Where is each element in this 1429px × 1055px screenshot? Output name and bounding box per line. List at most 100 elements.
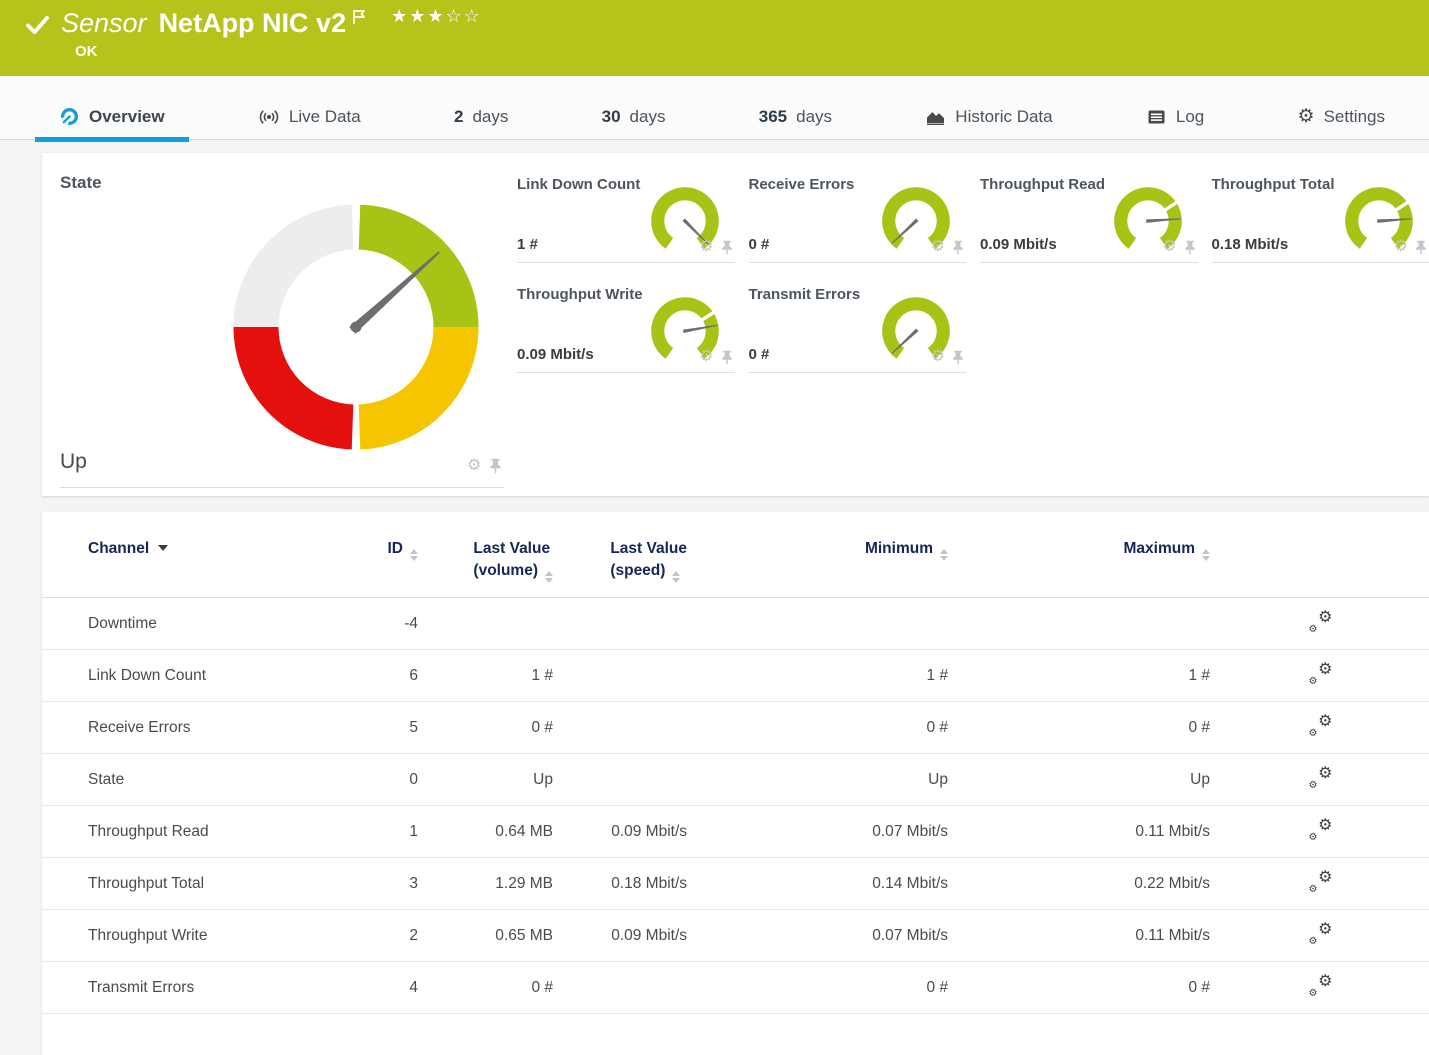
state-donut-gauge xyxy=(232,203,480,451)
tab-365-days[interactable]: 365 days xyxy=(735,97,856,139)
channel-gear-icon[interactable]: ⚙ xyxy=(931,239,945,255)
cell-channel[interactable]: Receive Errors xyxy=(42,702,362,754)
cell-channel[interactable]: Link Down Count xyxy=(42,650,362,702)
tab-settings[interactable]: ⚙ Settings xyxy=(1274,97,1409,139)
state-gauge-panel: State Up ⚙ xyxy=(42,153,517,496)
cell-minimum: 0.07 Mbit/s xyxy=(689,910,950,962)
status-check-icon xyxy=(26,15,49,35)
gauge-value: 0.18 Mbit/s xyxy=(1212,236,1289,253)
table-row: Throughput Write 2 0.65 MB 0.09 Mbit/s 0… xyxy=(42,910,1429,962)
cell-id: 3 xyxy=(362,858,420,910)
cell-actions: ⚙⚙ xyxy=(1212,650,1429,702)
panel-divider xyxy=(60,487,504,488)
cell-channel[interactable]: State xyxy=(42,754,362,806)
sort-icon xyxy=(1202,549,1210,561)
pin-icon[interactable] xyxy=(952,240,964,255)
pin-icon[interactable] xyxy=(1415,240,1427,255)
gauge-panel-transmit-errors: Transmit Errors 0 # ⚙ xyxy=(749,279,967,373)
pin-icon[interactable] xyxy=(721,240,733,255)
cell-maximum xyxy=(950,598,1212,650)
cell-maximum: 1 # xyxy=(950,650,1212,702)
channel-settings-gear-icon[interactable]: ⚙⚙ xyxy=(1309,818,1333,840)
cell-last-value-volume: 1.29 MB xyxy=(420,858,555,910)
broadcast-icon xyxy=(258,107,280,127)
sort-icon xyxy=(672,571,680,583)
pin-icon[interactable] xyxy=(489,458,502,474)
gauge-value: 0 # xyxy=(749,236,770,253)
channels-table-card: Channel ID Last Value (volume) Last Valu… xyxy=(42,512,1429,1055)
priority-stars[interactable]: ★★★☆☆ xyxy=(391,6,482,27)
cell-id: -4 xyxy=(362,598,420,650)
channel-settings-gear-icon[interactable]: ⚙⚙ xyxy=(1309,610,1333,632)
cell-maximum: 0 # xyxy=(950,962,1212,1014)
table-row: Throughput Read 1 0.64 MB 0.09 Mbit/s 0.… xyxy=(42,806,1429,858)
cell-last-value-volume xyxy=(420,598,555,650)
channel-gear-icon[interactable]: ⚙ xyxy=(467,458,481,474)
channel-gear-icon[interactable]: ⚙ xyxy=(699,239,713,255)
cell-channel[interactable]: Transmit Errors xyxy=(42,962,362,1014)
table-row: State 0 Up Up Up ⚙⚙ xyxy=(42,754,1429,806)
gauge-panel-throughput-total: Throughput Total 0.18 Mbit/s ⚙ xyxy=(1212,169,1429,263)
cell-maximum: 0.11 Mbit/s xyxy=(950,910,1212,962)
cell-channel[interactable]: Throughput Read xyxy=(42,806,362,858)
gauges-card: State Up ⚙ Link Down Count xyxy=(42,153,1429,496)
channel-gear-icon[interactable]: ⚙ xyxy=(1162,239,1176,255)
column-header-minimum[interactable]: Minimum xyxy=(689,512,950,598)
gauge-value: 0.09 Mbit/s xyxy=(517,346,594,363)
column-header-last-value-volume[interactable]: Last Value (volume) xyxy=(420,512,555,598)
channel-settings-gear-icon[interactable]: ⚙⚙ xyxy=(1309,974,1333,996)
column-header-channel[interactable]: Channel xyxy=(42,512,362,598)
channel-settings-gear-icon[interactable]: ⚙⚙ xyxy=(1309,870,1333,892)
channel-gear-icon[interactable]: ⚙ xyxy=(931,349,945,365)
tab-log[interactable]: Log xyxy=(1122,97,1228,139)
tab-live-data[interactable]: Live Data xyxy=(234,97,385,139)
channel-settings-gear-icon[interactable]: ⚙⚙ xyxy=(1309,714,1333,736)
table-row: Receive Errors 5 0 # 0 # 0 # ⚙⚙ xyxy=(42,702,1429,754)
cell-minimum xyxy=(689,598,950,650)
cell-channel[interactable]: Throughput Total xyxy=(42,858,362,910)
gauge-icon xyxy=(59,106,80,127)
page-title: NetApp NIC v2 xyxy=(159,8,347,39)
channel-gear-icon[interactable]: ⚙ xyxy=(699,349,713,365)
cell-channel[interactable]: Downtime xyxy=(42,598,362,650)
cell-last-value-volume: 0 # xyxy=(420,962,555,1014)
flag-icon[interactable] xyxy=(352,9,367,25)
tab-30-days[interactable]: 30 days xyxy=(578,97,690,139)
table-row: Transmit Errors 4 0 # 0 # 0 # ⚙⚙ xyxy=(42,962,1429,1014)
cell-minimum: 0.14 Mbit/s xyxy=(689,858,950,910)
column-header-last-value-speed[interactable]: Last Value (speed) xyxy=(555,512,689,598)
mini-gauge-grid: Link Down Count 1 # ⚙ Receive Errors 0 #… xyxy=(517,153,1429,496)
cell-maximum: Up xyxy=(950,754,1212,806)
channel-settings-gear-icon[interactable]: ⚙⚙ xyxy=(1309,662,1333,684)
column-header-maximum[interactable]: Maximum xyxy=(950,512,1212,598)
tab-historic-data[interactable]: Historic Data xyxy=(901,97,1076,139)
cell-last-value-speed xyxy=(555,962,689,1014)
pin-icon[interactable] xyxy=(1184,240,1196,255)
tab-2-days[interactable]: 2 days xyxy=(430,97,532,139)
cell-actions: ⚙⚙ xyxy=(1212,910,1429,962)
cell-minimum: 0.07 Mbit/s xyxy=(689,806,950,858)
pin-icon[interactable] xyxy=(721,350,733,365)
pin-icon[interactable] xyxy=(952,350,964,365)
channel-settings-gear-icon[interactable]: ⚙⚙ xyxy=(1309,766,1333,788)
gauge-panel-receive-errors: Receive Errors 0 # ⚙ xyxy=(749,169,967,263)
cell-last-value-speed: 0.09 Mbit/s xyxy=(555,806,689,858)
state-value: Up xyxy=(60,450,87,474)
table-row: Link Down Count 6 1 # 1 # 1 # ⚙⚙ xyxy=(42,650,1429,702)
cell-id: 1 xyxy=(362,806,420,858)
cell-last-value-speed xyxy=(555,650,689,702)
cell-actions: ⚙⚙ xyxy=(1212,806,1429,858)
channel-gear-icon[interactable]: ⚙ xyxy=(1394,239,1408,255)
sort-icon xyxy=(410,549,418,561)
cell-channel[interactable]: Throughput Write xyxy=(42,910,362,962)
gauge-panel-throughput-read: Throughput Read 0.09 Mbit/s ⚙ xyxy=(980,169,1198,263)
tab-overview[interactable]: Overview xyxy=(35,97,189,139)
table-row: Downtime -4 ⚙⚙ xyxy=(42,598,1429,650)
cell-actions: ⚙⚙ xyxy=(1212,702,1429,754)
channel-settings-gear-icon[interactable]: ⚙⚙ xyxy=(1309,922,1333,944)
cell-id: 2 xyxy=(362,910,420,962)
cell-last-value-volume: 0 # xyxy=(420,702,555,754)
area-chart-icon xyxy=(925,107,946,127)
column-header-id[interactable]: ID xyxy=(362,512,420,598)
cell-minimum: 0 # xyxy=(689,702,950,754)
